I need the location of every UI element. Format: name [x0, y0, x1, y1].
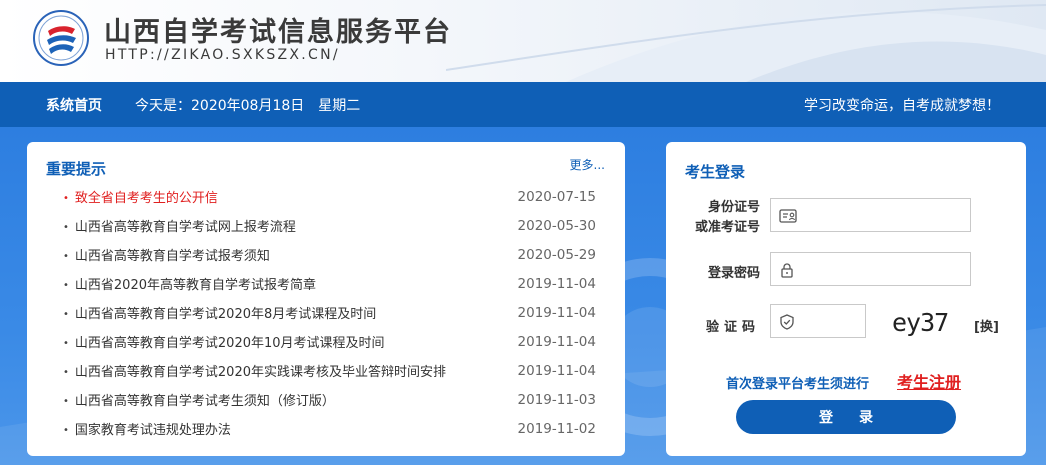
header-decoration — [446, 4, 1046, 82]
shield-check-icon — [780, 314, 794, 330]
notice-item[interactable]: 山西省高等教育自学考试2020年实践课考核及毕业答辩时间安排 2019-11-04 — [63, 356, 596, 385]
captcha-input[interactable] — [801, 309, 857, 333]
notice-item-date: 2019-11-04 — [517, 333, 596, 350]
notice-item[interactable]: 山西省高等教育自学考试网上报考流程 2020-05-30 — [63, 211, 596, 240]
top-navbar: 系统首页 今天是：2020年08月18日 星期二 学习改变命运，自考成就梦想！ — [0, 82, 1046, 127]
notice-item-title[interactable]: 山西省高等教育自学考试2020年10月考试课程及时间 — [63, 332, 385, 351]
notice-item-date: 2020-05-29 — [517, 246, 596, 263]
notice-item-title[interactable]: 国家教育考试违规处理办法 — [63, 419, 231, 438]
lock-icon — [781, 263, 793, 278]
notice-item-title[interactable]: 致全省自考考生的公开信 — [63, 187, 218, 206]
notice-item-date: 2019-11-04 — [517, 275, 596, 292]
site-logo-icon — [33, 10, 89, 66]
weekday-text: 星期二 — [318, 98, 361, 114]
site-title: 山西自学考试信息服务平台 — [104, 17, 452, 48]
notice-item-date: 2020-05-30 — [517, 217, 596, 234]
notice-item-title[interactable]: 山西省高等教育自学考试网上报考流程 — [63, 216, 296, 235]
nav-slogan: 学习改变命运，自考成就梦想！ — [804, 98, 1000, 114]
notice-item-title[interactable]: 山西省高等教育自学考试2020年实践课考核及毕业答辩时间安排 — [63, 361, 446, 380]
captcha-label: 验证码 — [705, 320, 760, 335]
captcha-refresh-link[interactable]: [换] — [974, 316, 999, 335]
login-panel-title: 考生登录 — [685, 163, 746, 181]
notice-item[interactable]: 山西省高等教育自学考试报考须知 2020-05-29 — [63, 240, 596, 269]
notice-item[interactable]: 国家教育考试违规处理办法 2019-11-02 — [63, 414, 596, 443]
notice-item-date: 2019-11-04 — [517, 362, 596, 379]
id-label-line2: 或准考证号 — [694, 220, 760, 235]
notice-item-date: 2019-11-04 — [517, 304, 596, 321]
register-link[interactable]: 考生注册 — [897, 369, 961, 393]
password-input[interactable] — [801, 257, 962, 281]
notice-item[interactable]: 山西省高等教育自学考试2020年10月考试课程及时间 2019-11-04 — [63, 327, 596, 356]
password-field[interactable] — [770, 252, 971, 286]
id-label-line1: 身份证号 — [707, 200, 760, 215]
notice-more-link[interactable]: 更多... — [570, 156, 605, 173]
notice-item-title[interactable]: 山西省高等教育自学考试报考须知 — [63, 245, 270, 264]
notice-item[interactable]: 山西省高等教育自学考试考生须知（修订版） 2019-11-03 — [63, 385, 596, 414]
site-header: 山西自学考试信息服务平台 HTTP://ZIKAO.SXKSZX.CN/ — [0, 0, 1046, 82]
captcha-field[interactable] — [770, 304, 866, 338]
notice-panel-title: 重要提示 — [46, 160, 107, 178]
notice-item[interactable]: 山西省2020年高等教育自学考试报考简章 2019-11-04 — [63, 269, 596, 298]
login-panel: 考生登录 身份证号 或准考证号 登录密码 验证码 ey37 [换] 首次登录平台… — [666, 142, 1026, 456]
notice-panel: 重要提示 更多... 致全省自考考生的公开信 2020-07-15 山西省高等教育自… — [27, 142, 625, 456]
notice-item-date: 2019-11-03 — [517, 391, 596, 408]
notice-item-date: 2019-11-02 — [517, 420, 596, 437]
id-input[interactable] — [801, 203, 962, 227]
notice-item-date: 2020-07-15 — [517, 188, 596, 205]
notice-item[interactable]: 致全省自考考生的公开信 2020-07-15 — [63, 182, 596, 211]
current-date: 今天是：2020年08月18日 星期二 — [135, 95, 374, 115]
date-text: 今天是：2020年08月18日 — [135, 98, 305, 114]
notice-item[interactable]: 山西省高等教育自学考试2020年8月考试课程及时间 2019-11-04 — [63, 298, 596, 327]
site-url: HTTP://ZIKAO.SXKSZX.CN/ — [105, 47, 340, 63]
notice-item-title[interactable]: 山西省2020年高等教育自学考试报考简章 — [63, 274, 316, 293]
password-label: 登录密码 — [707, 266, 760, 281]
nav-home-link[interactable]: 系统首页 — [46, 95, 102, 115]
notice-item-title[interactable]: 山西省高等教育自学考试2020年8月考试课程及时间 — [63, 303, 376, 322]
id-field[interactable] — [770, 198, 971, 232]
login-button[interactable]: 登录 — [736, 400, 956, 434]
id-card-icon — [779, 209, 797, 223]
register-hint: 首次登录平台考生须进行 — [726, 377, 870, 392]
notice-list: 致全省自考考生的公开信 2020-07-15 山西省高等教育自学考试网上报考流程 20… — [63, 182, 596, 443]
captcha-image[interactable]: ey37 — [892, 308, 949, 337]
id-label: 身份证号 或准考证号 — [676, 198, 760, 238]
notice-item-title[interactable]: 山西省高等教育自学考试考生须知（修订版） — [63, 390, 335, 409]
